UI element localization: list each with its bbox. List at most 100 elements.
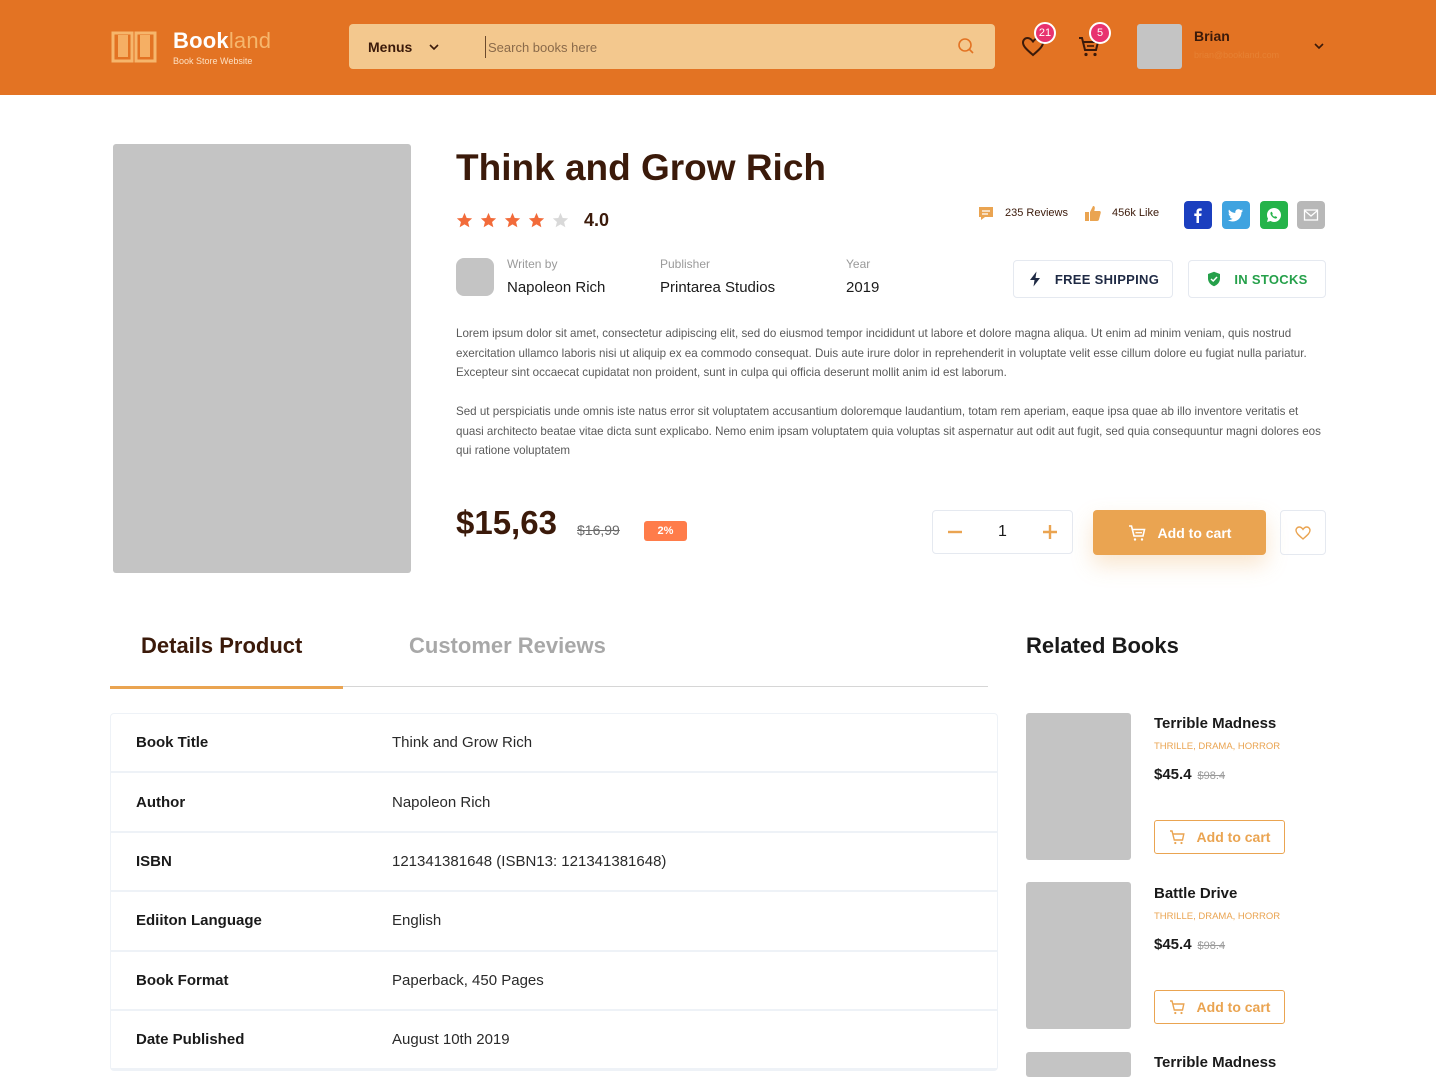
user-email: brian@bookland.com — [1194, 50, 1280, 60]
related-book-title[interactable]: Battle Drive — [1154, 885, 1237, 902]
author-name[interactable]: Napoleon Rich — [507, 279, 605, 296]
star-empty-icon — [552, 212, 569, 228]
search-input[interactable] — [485, 36, 935, 58]
publisher-label: Publisher — [660, 257, 711, 271]
cart-icon — [1169, 1000, 1185, 1015]
table-row: Book Title Think and Grow Rich — [111, 714, 997, 774]
related-book-cover[interactable] — [1026, 1052, 1131, 1077]
likes-count[interactable]: 456k Like — [1084, 204, 1159, 222]
thumbs-up-icon — [1085, 206, 1101, 221]
detail-value: 121341381648 (ISBN13: 121341381648) — [392, 852, 667, 870]
add-to-cart-button[interactable]: Add to cart — [1093, 510, 1266, 555]
heart-icon — [1295, 525, 1311, 540]
star-icon — [504, 212, 521, 228]
year-info: Year 2019 — [846, 257, 879, 296]
lightning-icon — [1029, 271, 1040, 287]
quantity-stepper: 1 — [932, 510, 1073, 554]
table-row: ISBN 121341381648 (ISBN13: 121341381648) — [111, 833, 997, 893]
related-add-to-cart-button[interactable]: Add to cart — [1154, 990, 1285, 1024]
reviews-count[interactable]: 235 Reviews — [977, 204, 1068, 222]
written-by-label: Writen by — [507, 257, 558, 271]
top-header: Bookland Book Store Website Menus 21 5 B… — [0, 0, 1436, 95]
related-books-title: Related Books — [1026, 633, 1179, 658]
discount-badge: 2% — [644, 521, 687, 541]
menus-label: Menus — [368, 38, 413, 55]
related-book-genre: THRILLE, DRAMA, HORROR — [1154, 911, 1281, 922]
publisher-info: Publisher Printarea Studios — [660, 257, 775, 296]
reviews-label: 235 Reviews — [1005, 207, 1068, 219]
detail-key: Book Title — [136, 734, 209, 752]
shield-check-icon — [1208, 271, 1221, 287]
detail-value: Napoleon Rich — [392, 793, 491, 811]
avatar — [1137, 24, 1182, 69]
publisher-name: Printarea Studios — [660, 279, 776, 296]
year-label: Year — [846, 257, 871, 271]
related-book-genre: THRILLE, DRAMA, HORROR — [1154, 741, 1281, 752]
table-row: Author Napoleon Rich — [111, 773, 997, 833]
email-share-button[interactable] — [1297, 201, 1325, 229]
logo-name: Bookland — [173, 28, 272, 53]
whatsapp-icon — [1267, 208, 1281, 222]
description-paragraph-2: Sed ut perspiciatis unde omnis iste natu… — [456, 405, 1321, 457]
logo[interactable]: Bookland Book Store Website — [111, 28, 271, 66]
plus-icon[interactable] — [1042, 524, 1058, 540]
facebook-share-button[interactable] — [1184, 201, 1212, 229]
rating-value: 4.0 — [584, 210, 610, 230]
detail-key: Book Format — [136, 971, 229, 989]
old-price: $16,99 — [577, 522, 620, 538]
related-book-title[interactable]: Terrible Madness — [1154, 1054, 1276, 1071]
related-book-price: $45.4 $98.4 — [1154, 936, 1226, 953]
author-info: Writen by Napoleon Rich — [507, 257, 605, 296]
related-add-to-cart-button[interactable]: Add to cart — [1154, 820, 1285, 854]
detail-key: ISBN — [136, 852, 172, 870]
star-icon — [528, 212, 545, 228]
add-to-cart-label: Add to cart — [1157, 524, 1232, 541]
chat-bubble-icon — [979, 207, 993, 220]
tab-customer-reviews[interactable]: Customer Reviews — [409, 633, 606, 659]
related-book-old-price: $98.4 — [1197, 770, 1226, 782]
related-book-cover[interactable] — [1026, 713, 1131, 860]
book-logo-icon — [111, 31, 157, 63]
detail-value: Think and Grow Rich — [392, 734, 533, 752]
cart-icon — [1128, 524, 1146, 541]
likes-label: 456k Like — [1112, 207, 1160, 219]
active-tab-indicator — [110, 686, 343, 689]
whatsapp-share-button[interactable] — [1260, 201, 1288, 229]
detail-value: English — [392, 912, 442, 930]
facebook-icon — [1194, 208, 1202, 223]
menus-dropdown[interactable]: Menus — [368, 39, 440, 55]
star-icon — [480, 212, 497, 228]
wishlist-button[interactable] — [1280, 510, 1326, 555]
table-row: Ediiton Language English — [111, 892, 997, 952]
detail-value: August 10th 2019 — [392, 1031, 510, 1049]
cart-icon — [1169, 830, 1185, 845]
rating-stars: 4.0 — [456, 210, 609, 231]
cart-count-badge: 5 — [1089, 22, 1111, 44]
product-title: Think and Grow Rich — [456, 147, 827, 188]
star-icon — [456, 212, 473, 228]
quantity-value[interactable]: 1 — [998, 523, 1007, 541]
table-row: Book Format Paperback, 450 Pages — [111, 952, 997, 1011]
free-shipping-tag: FREE SHIPPING — [1013, 260, 1173, 298]
in-stocks-tag: IN STOCKS — [1188, 260, 1326, 298]
details-table: Book Title Think and Grow Rich Author Na… — [110, 713, 998, 1072]
detail-key: Author — [136, 793, 186, 811]
search-bar: Menus — [349, 24, 995, 69]
logo-subtitle: Book Store Website — [173, 56, 253, 66]
current-price: $15,63 — [456, 504, 557, 541]
twitter-share-button[interactable] — [1222, 201, 1250, 229]
user-menu[interactable]: Brian brian@bookland.com — [1137, 24, 1279, 69]
minus-icon[interactable] — [947, 524, 963, 540]
search-icon[interactable] — [957, 37, 975, 55]
related-book-title[interactable]: Terrible Madness — [1154, 715, 1276, 732]
related-book-cover[interactable] — [1026, 882, 1131, 1029]
related-book-price: $45.4 $98.4 — [1154, 766, 1226, 783]
author-avatar — [456, 258, 494, 296]
description-paragraph-1: Lorem ipsum dolor sit amet, consectetur … — [456, 327, 1307, 379]
detail-value: Paperback, 450 Pages — [392, 971, 544, 989]
book-cover-image — [113, 144, 411, 573]
tab-details-product[interactable]: Details Product — [141, 633, 302, 659]
user-chevron-down-icon[interactable] — [1313, 40, 1325, 52]
table-row: Date Published August 10th 2019 — [111, 1011, 997, 1071]
twitter-icon — [1228, 209, 1243, 222]
